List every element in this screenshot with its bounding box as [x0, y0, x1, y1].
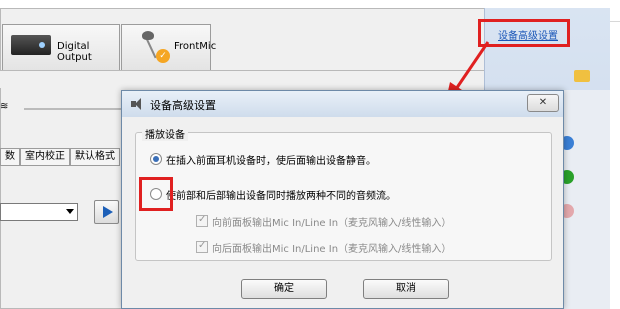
- highlight-box-radio: [139, 177, 173, 211]
- speaker-icon: [130, 97, 144, 111]
- rear-panel-mic-label: 向后面板输出Mic In/Line In（麦克风输入/线性输入）: [212, 244, 452, 255]
- digital-output-device-icon: [11, 35, 51, 55]
- volume-slider[interactable]: [24, 108, 124, 110]
- mute-rear-label[interactable]: 在插入前面耳机设备时，使后面输出设备静音。: [166, 152, 376, 167]
- dual-stream-label[interactable]: 使前部和后部输出设备同时播放两种不同的音频流。: [166, 187, 396, 202]
- tab-partial[interactable]: 数: [0, 148, 20, 166]
- tab-room-correction[interactable]: 室内校正: [20, 148, 70, 166]
- advanced-settings-dialog: 设备高级设置 ✕ 播放设备 在插入前面耳机设备时，使后面输出设备静音。 使前部和…: [121, 90, 564, 309]
- microphone-icon: ✓: [140, 29, 170, 65]
- tab-digital-output-label: Digital Output: [57, 41, 92, 63]
- tab-front-mic[interactable]: ✓ FrontMic: [121, 24, 216, 70]
- dialog-titlebar: 设备高级设置 ✕: [122, 91, 563, 117]
- tab-digital-output[interactable]: Digital Output: [2, 24, 120, 70]
- close-button[interactable]: ✕: [527, 94, 559, 112]
- tab-default-format[interactable]: 默认格式: [70, 148, 120, 166]
- front-panel-mic-label: 向前面板输出Mic In/Line In（麦克风输入/线性输入）: [212, 218, 452, 229]
- chevron-down-icon: [66, 209, 74, 214]
- format-dropdown[interactable]: [0, 203, 78, 221]
- front-panel-mic-checkbox[interactable]: [196, 214, 208, 227]
- mute-rear-radio[interactable]: [150, 153, 162, 165]
- play-button[interactable]: [94, 200, 119, 224]
- tab-front-mic-label: FrontMic: [174, 41, 217, 52]
- ok-button[interactable]: 确定: [241, 279, 327, 299]
- cancel-button[interactable]: 取消: [363, 279, 449, 299]
- format-tab-bar: 数 室内校正 默认格式: [0, 148, 120, 166]
- slider-label: ≋: [0, 101, 9, 112]
- group-title: 播放设备: [142, 126, 188, 141]
- folder-icon[interactable]: [574, 70, 590, 82]
- tab-content-divider: [0, 70, 484, 88]
- dialog-title: 设备高级设置: [150, 99, 216, 112]
- rear-panel-mic-checkbox[interactable]: [196, 240, 208, 253]
